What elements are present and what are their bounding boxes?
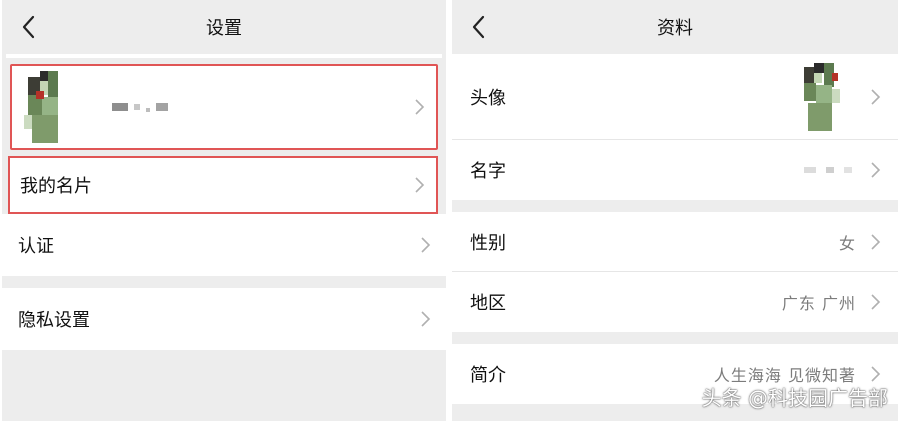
name-row[interactable]: 名字 (452, 140, 898, 200)
region-value: 广东 广州 (781, 294, 856, 313)
settings-nav-bar: 设置 (2, 0, 446, 54)
name-label: 名字 (470, 161, 506, 182)
settings-section-privacy: 隐私设置 (2, 288, 446, 350)
blurred-username (112, 102, 414, 112)
back-arrow-icon[interactable] (16, 14, 42, 40)
watermark: 头条 @科技园广告部 (701, 386, 888, 410)
gender-value: 女 (838, 233, 856, 253)
avatar-row[interactable]: 头像 (452, 54, 898, 140)
my-card-label: 我的名片 (20, 176, 92, 197)
divider (6, 54, 442, 58)
page-title: 设置 (206, 18, 242, 39)
chevron-right-icon (870, 88, 882, 106)
my-card-row[interactable]: 我的名片 (8, 156, 438, 214)
gender-row[interactable]: 性别 女 (452, 212, 898, 272)
verify-label: 认证 (18, 236, 54, 257)
chevron-right-icon (420, 236, 432, 254)
page-title: 资料 (657, 18, 693, 39)
chevron-right-icon (870, 293, 882, 311)
blurred-name-value (804, 167, 852, 173)
avatar-label: 头像 (470, 87, 506, 109)
region-row[interactable]: 地区 广东 广州 (452, 272, 898, 332)
chevron-right-icon (870, 161, 882, 179)
chevron-right-icon (414, 98, 426, 116)
section-gap (452, 332, 898, 344)
chevron-right-icon (870, 365, 882, 383)
privacy-row[interactable]: 隐私设置 (2, 288, 446, 350)
settings-section-verify: 认证 (2, 214, 446, 276)
verify-row[interactable]: 认证 (2, 214, 446, 276)
profile-nav-bar: 资料 (452, 0, 898, 54)
chevron-right-icon (870, 233, 882, 251)
profile-row[interactable] (10, 64, 438, 150)
settings-panel: 设置 我的名片 认证 隐私设置 (2, 0, 446, 421)
chevron-right-icon (414, 176, 426, 194)
back-arrow-icon[interactable] (466, 14, 492, 40)
avatar (24, 71, 72, 143)
profile-panel: 资料 头像 名字 性别 女 地区 广东 广州 简介 人生海海 见微知著 (452, 0, 898, 421)
intro-label: 简介 (470, 365, 506, 386)
section-gap (2, 276, 446, 288)
chevron-right-icon (420, 310, 432, 328)
profile-section-details: 性别 女 地区 广东 广州 (452, 212, 898, 332)
avatar (802, 62, 842, 131)
gender-label: 性别 (470, 232, 506, 254)
section-gap (452, 200, 898, 212)
privacy-label: 隐私设置 (18, 310, 90, 331)
region-label: 地区 (470, 293, 506, 314)
profile-section-basic: 头像 名字 (452, 54, 898, 200)
